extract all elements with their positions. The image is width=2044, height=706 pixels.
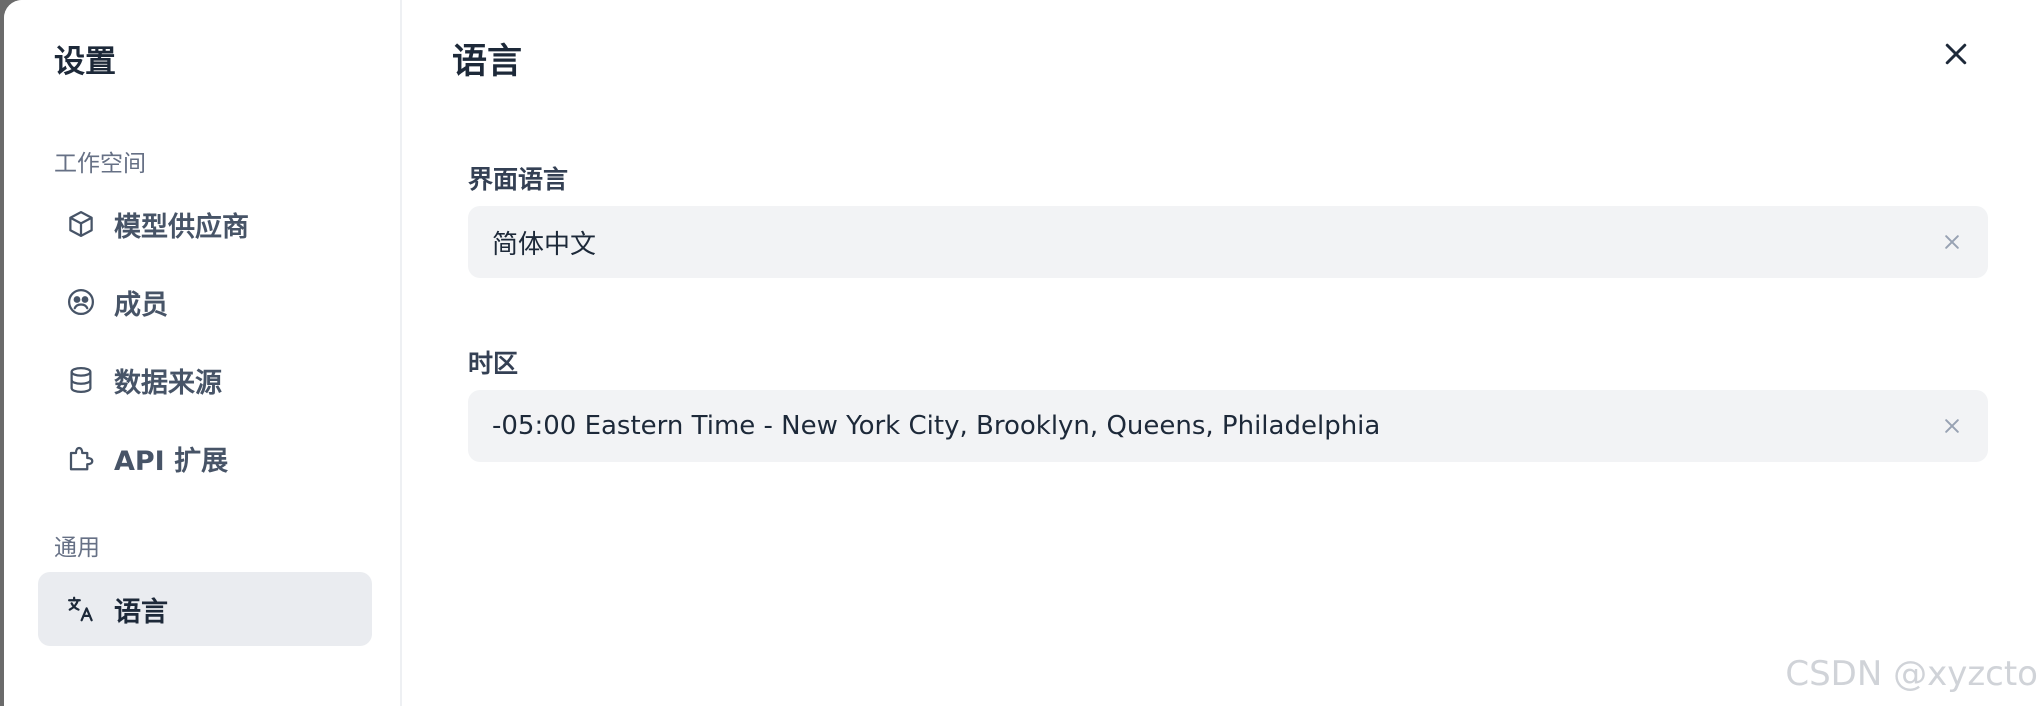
sidebar-item-label: 数据来源 xyxy=(114,367,222,399)
database-icon xyxy=(66,365,96,395)
clear-icon xyxy=(1945,419,1959,433)
clear-timezone-button[interactable] xyxy=(1940,414,1964,438)
close-icon xyxy=(1945,43,1967,65)
watermark: CSDN @xyzcto xyxy=(1785,654,2038,694)
sidebar-item-data-source[interactable]: 数据来源 xyxy=(38,343,372,417)
clear-language-button[interactable] xyxy=(1940,230,1964,254)
sidebar-item-label: 模型供应商 xyxy=(114,211,249,243)
interface-language-value: 简体中文 xyxy=(492,229,597,260)
settings-sidebar: 设置 工作空间 模型供应商 成员 数据来源 API 扩展 通用 语言 xyxy=(4,0,402,706)
sidebar-item-language[interactable]: 语言 xyxy=(38,572,372,646)
section-label-workspace: 工作空间 xyxy=(54,151,146,177)
sidebar-title: 设置 xyxy=(54,44,116,80)
close-button[interactable] xyxy=(1938,36,1974,72)
members-icon xyxy=(66,287,96,317)
puzzle-icon xyxy=(66,443,96,473)
translate-icon xyxy=(66,594,96,624)
interface-language-select[interactable]: 简体中文 xyxy=(468,206,1988,278)
timezone-value: -05:00 Eastern Time - New York City, Bro… xyxy=(492,411,1381,441)
timezone-label: 时区 xyxy=(468,349,519,378)
interface-language-label: 界面语言 xyxy=(468,165,569,194)
sidebar-item-label: API 扩展 xyxy=(114,445,229,477)
settings-dialog: 设置 工作空间 模型供应商 成员 数据来源 API 扩展 通用 语言 语言 界面… xyxy=(4,0,2044,706)
section-label-general: 通用 xyxy=(54,535,100,561)
settings-content: 语言 界面语言 简体中文 时区 -05:00 Eastern Time - Ne… xyxy=(402,0,2044,706)
cube-icon xyxy=(66,209,96,239)
sidebar-item-api-extension[interactable]: API 扩展 xyxy=(38,421,372,495)
page-title: 语言 xyxy=(452,42,523,82)
sidebar-item-label: 语言 xyxy=(114,596,168,628)
sidebar-item-model-provider[interactable]: 模型供应商 xyxy=(38,187,372,261)
timezone-select[interactable]: -05:00 Eastern Time - New York City, Bro… xyxy=(468,390,1988,462)
sidebar-item-label: 成员 xyxy=(114,289,168,321)
clear-icon xyxy=(1945,235,1959,249)
sidebar-item-members[interactable]: 成员 xyxy=(38,265,372,339)
